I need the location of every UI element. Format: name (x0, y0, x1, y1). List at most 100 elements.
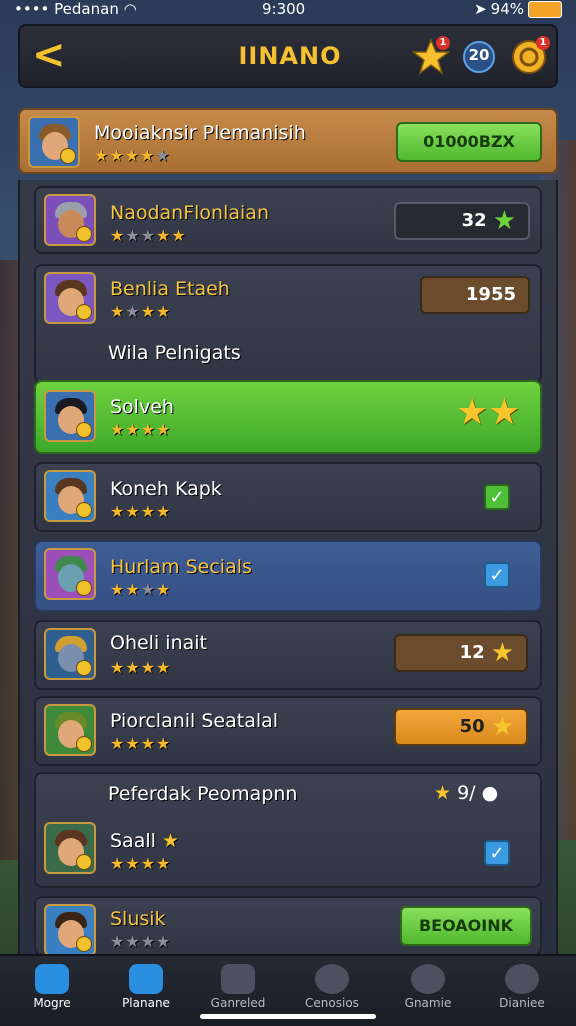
avatar (44, 194, 96, 246)
avatar (44, 470, 96, 522)
star-rating: ★★★★ (110, 580, 172, 599)
star-icon: ★ (434, 782, 452, 804)
tab-cenosios[interactable]: Cenosios (284, 960, 380, 1020)
star-rating: ★★★★ (110, 658, 172, 677)
battery-percent: 94% (490, 0, 524, 18)
row-name: Saall ★ (110, 830, 179, 852)
section-count: 9/ (457, 782, 476, 804)
notification-badge: 1 (536, 36, 550, 50)
row-name: Solveh (110, 396, 174, 418)
top-header: < IINANO 1 20 1 (18, 24, 558, 88)
back-button[interactable]: < (32, 35, 72, 76)
avatar (44, 390, 96, 442)
carrier-label: Pedanan (54, 0, 119, 18)
green-star-icon: ★ (492, 206, 516, 236)
signal-carrier: •••• Pedanan ◠ (14, 0, 137, 18)
value-number: 50 (459, 716, 485, 737)
avatar (44, 704, 96, 756)
avatar (44, 822, 96, 874)
list-item[interactable]: Benlia Etaeh ★★★★ 1955 (34, 264, 542, 384)
star-reward-button[interactable]: 1 (410, 36, 452, 76)
star-rating: ★★★★★ (110, 226, 187, 245)
star-icon: ★ (161, 830, 179, 852)
value-box: 12 ★ (394, 634, 528, 672)
list-item[interactable]: NaodanFlonlaian ★★★★★ 32 ★ (34, 186, 542, 254)
value-number: 12 (459, 642, 485, 663)
status-right: ➤ 94% (474, 0, 562, 18)
value-number: 1955 (465, 284, 516, 305)
tab-dianiee[interactable]: Dianiee (474, 960, 570, 1020)
list-item[interactable]: Hurlam Secials ★★★★ ✓ (34, 540, 542, 612)
avatar (44, 272, 96, 324)
home-icon (35, 964, 69, 994)
row-name: Hurlam Secials (110, 556, 252, 578)
page-title: IINANO (238, 42, 342, 70)
row-name-text: Saall (110, 830, 156, 852)
tab-label: Mogre (33, 996, 71, 1010)
home-indicator (200, 1014, 376, 1019)
bag-icon (315, 964, 349, 994)
value-number: 32 (461, 210, 487, 231)
value-box: 50 ★ (394, 708, 528, 746)
battery-icon (528, 0, 562, 18)
list-item-selected[interactable]: Solveh ★★★★ ★★ (34, 380, 542, 454)
avatar (44, 548, 96, 600)
star-rating: ★★★★ (110, 932, 172, 951)
reward-stars-icon: ★★ (456, 392, 521, 433)
star-rating: ★★★★★ (94, 146, 171, 165)
claim-button[interactable]: 01000BZX (396, 122, 542, 162)
gem-value: 20 (468, 46, 490, 64)
shield-icon (129, 964, 163, 994)
avatar (44, 904, 96, 956)
gem-counter[interactable]: 20 (460, 38, 498, 76)
checkbox-checked[interactable]: ✓ (484, 840, 510, 866)
row-name: Oheli inait (110, 632, 207, 654)
section-value: ★ 9/ ● (434, 782, 498, 804)
list-item[interactable]: Koneh Kapk ★★★★ ✓ (34, 462, 542, 532)
featured-row[interactable]: Mooiaknsir Plemanisih ★★★★★ 01000BZX (18, 108, 558, 174)
tab-label: Gnamie (404, 996, 452, 1010)
status-bar: •••• Pedanan ◠ 9:300 ➤ 94% (0, 0, 576, 22)
star-rating: ★★★★ (110, 854, 172, 873)
star-rating: ★★★★ (110, 302, 172, 321)
tab-ganreled[interactable]: Ganreled (190, 960, 286, 1020)
row-name: Mooiaknsir Plemanisih (94, 122, 306, 144)
value-box: 1955 (420, 276, 530, 314)
row-name: Piorclanil Seatalal (110, 710, 279, 732)
avatar (44, 628, 96, 680)
star-rating: ★★★★ (110, 734, 172, 753)
star-rating: ★★★★ (110, 420, 172, 439)
row-name: Koneh Kapk (110, 478, 222, 500)
star-icon: ★ (490, 712, 514, 742)
clock: 9:300 (262, 0, 306, 18)
row-name: Benlia Etaeh (110, 278, 230, 300)
row-name: Slusik (110, 908, 166, 930)
location-icon: ➤ (474, 0, 487, 18)
row-name: NaodanFlonlaian (110, 202, 269, 224)
section-label: Peferdak Peomapnn (108, 783, 298, 805)
tab-label: Planane (122, 996, 170, 1010)
tab-label: Dianiee (499, 996, 545, 1010)
tab-gnamie[interactable]: Gnamie (380, 960, 476, 1020)
list-item[interactable]: Oheli inait ★★★★ 12 ★ (34, 620, 542, 690)
user-icon (505, 964, 539, 994)
profile-icon (411, 964, 445, 994)
tab-home[interactable]: Mogre (4, 960, 100, 1020)
section-label: Wila Pelnigats (108, 342, 241, 364)
value-box: 32 ★ (394, 202, 530, 240)
tab-label: Cenosios (305, 996, 359, 1010)
star-rating: ★★★★ (110, 502, 172, 521)
star-icon: ★ (490, 638, 514, 668)
action-button[interactable]: BEOAOINK (400, 906, 532, 946)
list-item[interactable]: Slusik ★★★★ BEOAOINK (34, 896, 542, 956)
signal-icon: •••• (14, 0, 50, 18)
avatar (28, 116, 80, 168)
wifi-icon: ◠ (123, 0, 137, 18)
badge-icon: ● (481, 782, 499, 804)
checkbox-checked[interactable]: ✓ (484, 562, 510, 588)
tab-planane[interactable]: Planane (98, 960, 194, 1020)
checkbox-checked[interactable]: ✓ (484, 484, 510, 510)
coin-button[interactable]: 1 (510, 36, 550, 76)
notification-badge: 1 (436, 36, 450, 50)
list-item[interactable]: Piorclanil Seatalal ★★★★ 50 ★ (34, 696, 542, 766)
